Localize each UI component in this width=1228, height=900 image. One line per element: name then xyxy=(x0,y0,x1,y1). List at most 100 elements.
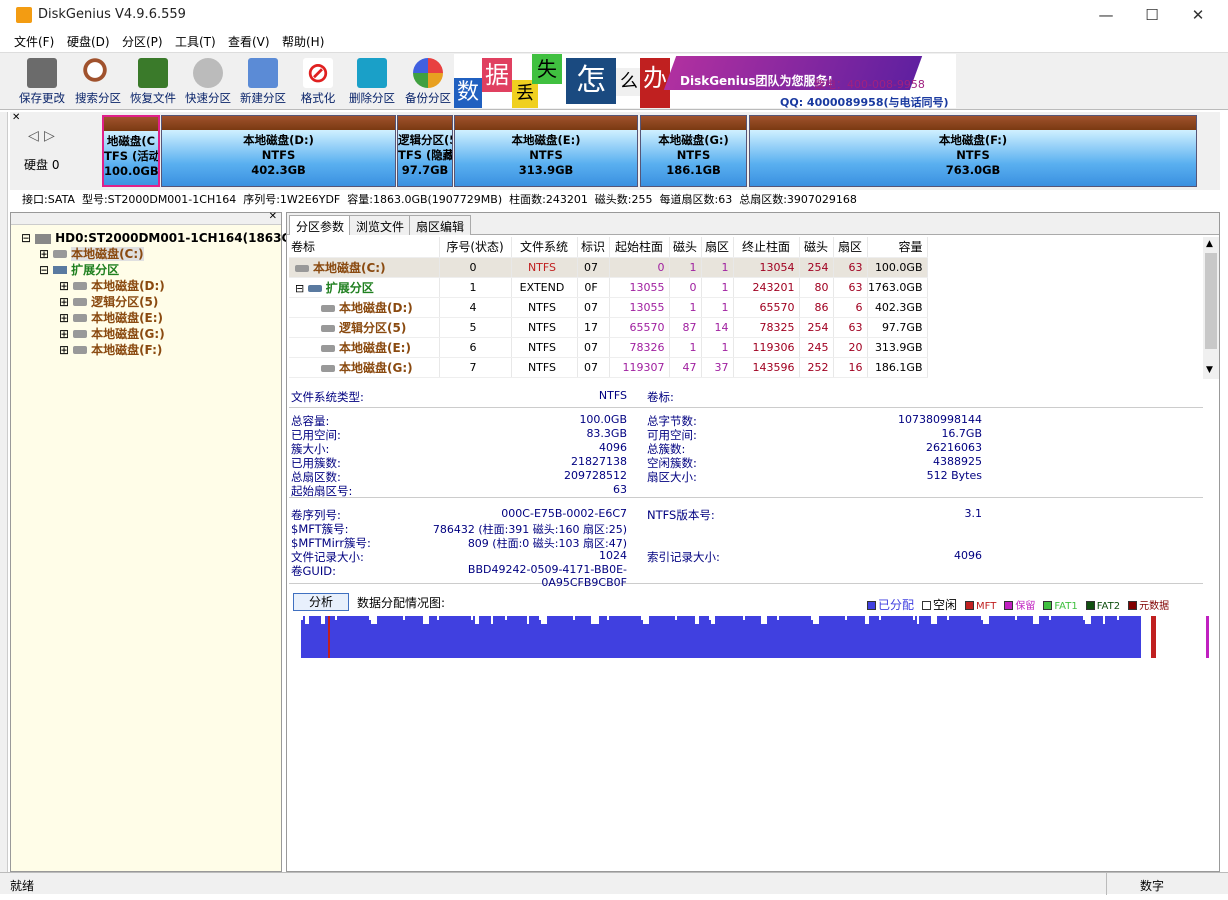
column-header[interactable]: 起始柱面 xyxy=(609,237,670,258)
volume-label-text: 本地磁盘(E:) xyxy=(339,340,411,355)
allocation-block xyxy=(681,616,683,658)
banner-ad[interactable]: 数 据 丢 失 怎 么 办 DiskGenius团队为您服务! 致电：400-0… xyxy=(454,54,956,109)
tab-sector-edit[interactable]: 扇区编辑 xyxy=(409,215,472,235)
allocation-block xyxy=(1041,616,1043,658)
table-cell: 0F xyxy=(577,277,610,298)
tree-partition-logical5[interactable]: ⊞ 逻辑分区(5) xyxy=(59,294,158,310)
legend-label: 空闲 xyxy=(933,598,958,612)
save-changes-button[interactable]: 保存更改 xyxy=(14,55,70,109)
recover-files-button[interactable]: 恢复文件 xyxy=(125,55,181,109)
partition-size: 763.0GB xyxy=(945,163,1001,177)
table-row[interactable]: 本地磁盘(D:) 4 NTFS 07 13055 1 1 65570 86 6 402.3GB xyxy=(289,297,928,318)
allocation-block xyxy=(847,616,849,658)
partition-block-d[interactable]: 本地磁盘(D:) NTFS 402.3GB xyxy=(161,115,396,187)
search-partition-button[interactable]: 搜索分区 xyxy=(70,55,126,109)
tree-partition-f[interactable]: ⊞ 本地磁盘(F:) xyxy=(59,342,162,358)
column-header[interactable]: 扇区 xyxy=(701,237,734,258)
scroll-down-icon[interactable]: ▼ xyxy=(1206,365,1213,375)
tree-extended[interactable]: ⊟ 扩展分区 xyxy=(39,262,119,278)
partition-block-c[interactable]: 地磁盘(C TFS (活动 100.0GB xyxy=(102,115,160,187)
allocation-block xyxy=(1063,616,1065,658)
delete-partition-button[interactable]: 删除分区 xyxy=(344,55,400,109)
partition-block-e[interactable]: 本地磁盘(E:) NTFS 313.9GB xyxy=(454,115,638,187)
column-header[interactable]: 扇区 xyxy=(833,237,868,258)
allocation-block xyxy=(381,616,383,658)
allocation-block xyxy=(455,616,457,658)
column-header[interactable]: 磁头 xyxy=(669,237,702,258)
allocation-block xyxy=(365,616,367,658)
quick-partition-button[interactable]: 快速分区 xyxy=(180,55,236,109)
collapse-icon[interactable]: ✕ xyxy=(12,112,20,123)
extended-icon xyxy=(307,285,322,292)
next-disk-icon[interactable]: ▷ xyxy=(44,128,55,144)
column-header[interactable]: 序号(状态) xyxy=(439,237,512,258)
format-button[interactable]: ⊘ 格式化 xyxy=(290,55,346,109)
table-row[interactable]: 本地磁盘(G:) 7 NTFS 07 119307 47 37 143596 252 16 186.… xyxy=(289,357,928,378)
backup-partition-button[interactable]: 备份分区 xyxy=(400,55,456,109)
column-header[interactable]: 容量 xyxy=(867,237,928,258)
allocation-block xyxy=(1043,616,1045,658)
minimize-button[interactable]: — xyxy=(1083,0,1129,30)
maximize-button[interactable]: ☐ xyxy=(1129,0,1175,30)
column-header[interactable]: 文件系统 xyxy=(511,237,578,258)
allocation-block xyxy=(913,620,915,658)
allocation-block xyxy=(765,624,767,658)
allocation-block xyxy=(345,616,347,658)
partition-block-g[interactable]: 本地磁盘(G:) NTFS 186.1GB xyxy=(640,115,747,187)
partition-usage-bar xyxy=(104,117,158,131)
partition-block-f[interactable]: 本地磁盘(F:) NTFS 763.0GB xyxy=(749,115,1197,187)
tab-partition-params[interactable]: 分区参数 xyxy=(289,215,352,235)
scroll-thumb[interactable] xyxy=(1205,253,1217,349)
close-panel-icon[interactable]: ✕ xyxy=(269,211,277,222)
allocation-block xyxy=(871,616,873,658)
column-header[interactable]: 磁头 xyxy=(799,237,834,258)
allocation-block xyxy=(513,616,515,658)
table-cell: 254 xyxy=(799,257,834,278)
prev-disk-icon[interactable]: ◁ xyxy=(28,128,39,144)
menu-file[interactable]: 文件(F) xyxy=(14,33,54,50)
table-row[interactable]: 本地磁盘(E:) 6 NTFS 07 78326 1 1 119306 245 20 313.9GB xyxy=(289,337,928,358)
allocation-block xyxy=(425,624,427,658)
partition-usage-bar xyxy=(162,116,395,130)
menu-help[interactable]: 帮助(H) xyxy=(282,33,324,50)
banner-phone: 致电：400-008-9958 xyxy=(814,78,925,91)
allocation-block xyxy=(695,624,697,658)
column-header[interactable]: 卷标 xyxy=(289,237,440,258)
allocation-block xyxy=(547,616,549,658)
tree-disk-root[interactable]: ⊟ HD0:ST2000DM001-1CH164(1863GB) xyxy=(21,230,306,246)
table-row[interactable]: 本地磁盘(C:) 0 NTFS 07 0 1 1 13054 254 63 100.0GB xyxy=(289,257,928,278)
table-row[interactable]: ⊟ 扩展分区 1 EXTEND 0F 13055 0 1 243201 80 63 1763.0GB xyxy=(289,277,928,298)
allocation-block xyxy=(711,624,713,658)
menu-view[interactable]: 查看(V) xyxy=(228,33,270,50)
allocation-block xyxy=(691,616,693,658)
table-row[interactable]: 逻辑分区(5) 5 NTFS 17 65570 87 14 78325 254 63 97.7GB xyxy=(289,317,928,338)
analyze-button[interactable]: 分析 xyxy=(293,593,349,611)
tree-label: 逻辑分区(5) xyxy=(91,295,159,309)
table-scrollbar[interactable]: ▲ ▼ xyxy=(1203,237,1219,379)
collapse-icon[interactable]: ⊟ xyxy=(295,282,308,295)
menu-tools[interactable]: 工具(T) xyxy=(175,33,216,50)
allocation-block xyxy=(625,616,627,658)
allocation-block xyxy=(887,616,889,658)
tree-partition-g[interactable]: ⊞ 本地磁盘(G:) xyxy=(59,326,165,342)
scroll-up-icon[interactable]: ▲ xyxy=(1206,239,1213,249)
volume-label-cell: 逻辑分区(5) xyxy=(289,317,440,338)
tree-partition-d[interactable]: ⊞ 本地磁盘(D:) xyxy=(59,278,165,294)
column-header[interactable]: 终止柱面 xyxy=(733,237,800,258)
menu-disk[interactable]: 硬盘(D) xyxy=(67,33,110,50)
tab-browse-files[interactable]: 浏览文件 xyxy=(349,215,412,235)
allocation-block xyxy=(1085,624,1087,658)
detail-value: 3.1 xyxy=(964,507,983,520)
column-header[interactable]: 标识 xyxy=(577,237,610,258)
allocation-block xyxy=(303,616,305,658)
new-partition-button[interactable]: 新建分区 xyxy=(235,55,291,109)
close-button[interactable]: ✕ xyxy=(1175,0,1221,30)
allocation-block xyxy=(1055,616,1057,658)
allocation-block xyxy=(777,620,779,658)
partition-size: 100.0GB xyxy=(104,164,159,178)
partition-block-logical5[interactable]: 逻辑分区(5 TFS (隐藏 97.7GB xyxy=(397,115,453,187)
allocation-block xyxy=(305,624,307,658)
tree-partition-e[interactable]: ⊞ 本地磁盘(E:) xyxy=(59,310,163,326)
menu-partition[interactable]: 分区(P) xyxy=(122,33,163,50)
tree-partition-c[interactable]: ⊞ 本地磁盘(C:) xyxy=(39,246,144,262)
